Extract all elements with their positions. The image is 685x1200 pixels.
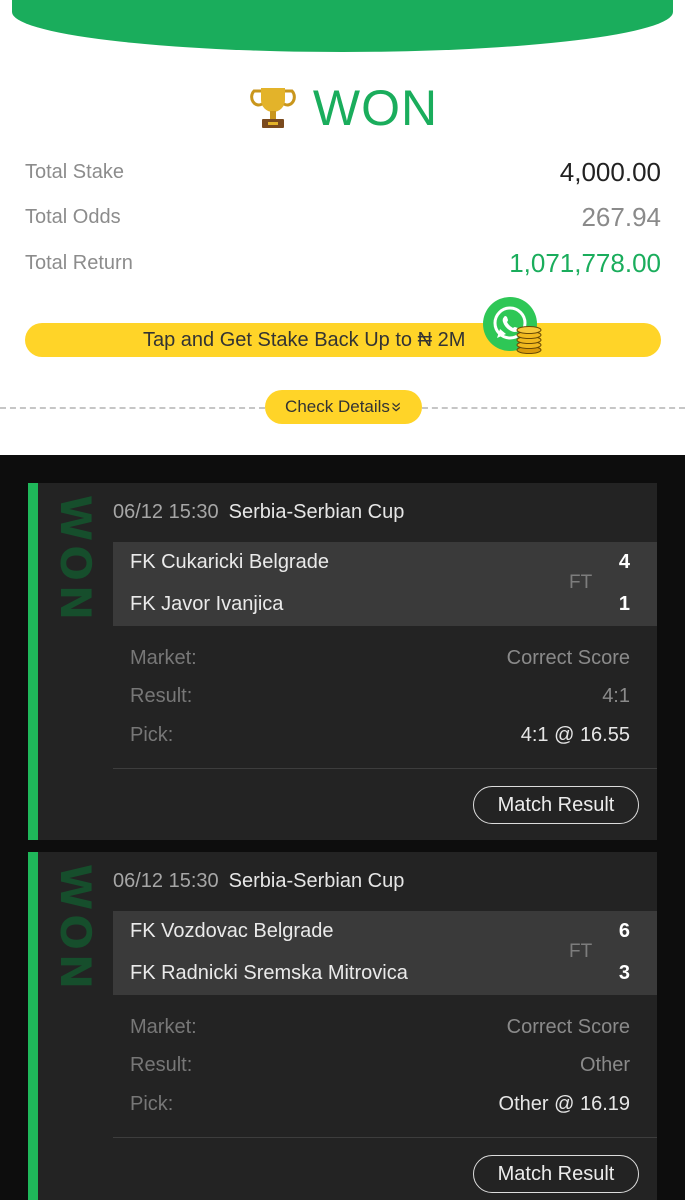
- check-details-button[interactable]: Check Details »: [265, 390, 422, 424]
- promo-text: Tap and Get Stake Back Up to ₦ 2M: [143, 328, 466, 351]
- total-return-row: Total Return 1,071,778.00: [25, 246, 661, 280]
- total-stake-row: Total Stake 4,000.00: [25, 155, 661, 189]
- pick-label: Pick:: [130, 723, 174, 746]
- market-label: Market:: [130, 1015, 197, 1038]
- check-details-label: Check Details: [285, 397, 390, 416]
- match-league: Serbia-Serbian Cup: [228, 869, 405, 892]
- total-odds-label: Total Odds: [25, 205, 121, 228]
- coins-icon: [516, 326, 542, 354]
- total-odds-value: 267.94: [581, 201, 661, 232]
- match-result-button[interactable]: Match Result: [473, 1155, 639, 1193]
- header-banner: [12, 0, 673, 52]
- card-divider: [113, 768, 657, 769]
- market-row: Market: Correct Score: [130, 644, 630, 672]
- away-score: 1: [618, 593, 630, 615]
- match-result-button[interactable]: Match Result: [473, 786, 639, 824]
- result-label: Result:: [130, 1053, 193, 1076]
- pick-value: Other @ 16.19: [498, 1092, 630, 1115]
- market-value: Correct Score: [506, 1015, 630, 1038]
- match-card: WON 06/12 15:30 Serbia-Serbian Cup FK Cu…: [28, 483, 657, 840]
- trophy-icon: [250, 88, 296, 128]
- card-divider: [113, 1137, 657, 1138]
- result-value: 4:1: [602, 684, 630, 707]
- scoreboard: FK Cukaricki Belgrade FK Javor Ivanjica …: [113, 542, 657, 626]
- match-header: 06/12 15:30 Serbia-Serbian Cup: [113, 868, 404, 894]
- home-score: 6: [618, 920, 630, 942]
- match-league: Serbia-Serbian Cup: [228, 500, 405, 523]
- won-indicator-bar: [28, 483, 38, 840]
- chevron-double-down-icon: »: [386, 401, 407, 413]
- result-label: Result:: [130, 684, 193, 707]
- won-stamp: WON: [51, 494, 101, 624]
- result-row: Result: 4:1: [130, 682, 630, 710]
- away-team: FK Javor Ivanjica: [130, 593, 284, 615]
- bet-summary-panel: WON Total Stake 4,000.00 Total Odds 267.…: [0, 0, 685, 455]
- market-label: Market:: [130, 646, 197, 669]
- match-status: FT: [569, 941, 593, 962]
- won-label: WON: [312, 80, 439, 136]
- match-time: 06/12 15:30: [113, 869, 219, 892]
- market-row: Market: Correct Score: [130, 1013, 630, 1041]
- result-row: Result: Other: [130, 1051, 630, 1079]
- pick-label: Pick:: [130, 1092, 174, 1115]
- divider-right: [422, 407, 685, 409]
- match-status: FT: [569, 572, 593, 593]
- total-return-value: 1,071,778.00: [509, 247, 661, 278]
- pick-row: Pick: 4:1 @ 16.55: [130, 721, 630, 749]
- match-card: WON 06/12 15:30 Serbia-Serbian Cup FK Vo…: [28, 852, 657, 1200]
- away-team: FK Radnicki Sremska Mitrovica: [130, 962, 408, 984]
- home-team: FK Vozdovac Belgrade: [130, 920, 334, 942]
- match-time: 06/12 15:30: [113, 500, 219, 523]
- result-value: Other: [579, 1053, 630, 1076]
- total-odds-row: Total Odds 267.94: [25, 200, 661, 234]
- market-value: Correct Score: [506, 646, 630, 669]
- match-header: 06/12 15:30 Serbia-Serbian Cup: [113, 499, 404, 525]
- total-stake-label: Total Stake: [25, 160, 124, 183]
- bet-status-title: WON: [0, 78, 685, 138]
- total-stake-value: 4,000.00: [559, 156, 661, 187]
- home-score: 4: [618, 551, 630, 573]
- total-return-label: Total Return: [25, 251, 133, 274]
- stake-back-promo-button[interactable]: Tap and Get Stake Back Up to ₦ 2M: [25, 323, 661, 357]
- won-indicator-bar: [28, 852, 38, 1200]
- divider-left: [0, 407, 265, 409]
- pick-row: Pick: Other @ 16.19: [130, 1090, 630, 1118]
- won-stamp: WON: [51, 863, 101, 993]
- scoreboard: FK Vozdovac Belgrade FK Radnicki Sremska…: [113, 911, 657, 995]
- pick-value: 4:1 @ 16.55: [520, 723, 630, 746]
- away-score: 3: [618, 962, 630, 984]
- home-team: FK Cukaricki Belgrade: [130, 551, 329, 573]
